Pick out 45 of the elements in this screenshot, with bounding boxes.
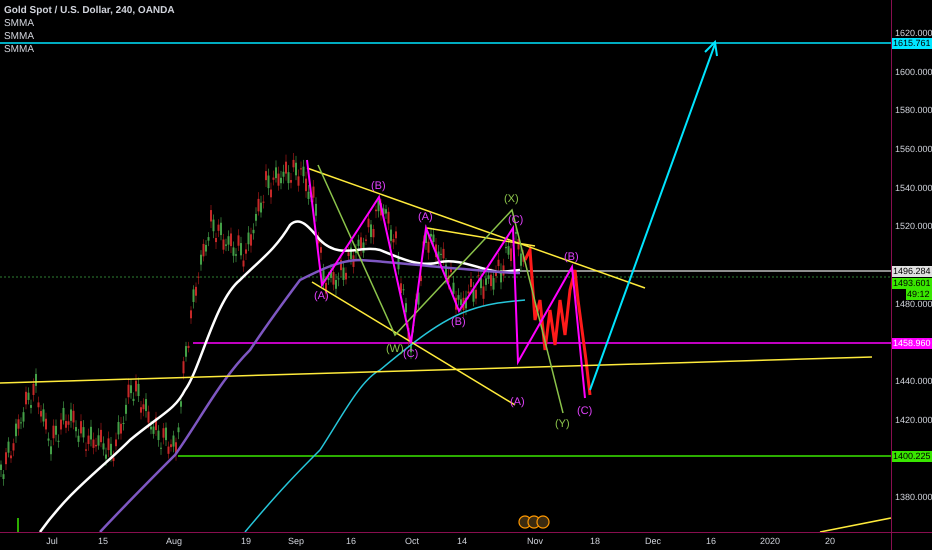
- indicator-name[interactable]: SMMA: [4, 43, 175, 56]
- price-tag: 1615.761: [892, 38, 932, 49]
- price-tick: 1380.000: [895, 492, 932, 503]
- wave-label: (C): [577, 405, 592, 418]
- price-tag: 1493.601: [892, 278, 932, 289]
- time-tick: 15: [98, 536, 108, 547]
- time-tick: 16: [706, 536, 716, 547]
- time-tick: Dec: [645, 536, 661, 547]
- time-tick: Oct: [405, 536, 419, 547]
- wave-label: (B): [371, 180, 386, 193]
- price-tag: 1496.284: [892, 266, 932, 277]
- time-tick: 16: [346, 536, 356, 547]
- price-tick: 1540.000: [895, 182, 932, 194]
- wave-label: (X): [504, 193, 519, 206]
- price-tick: 1600.000: [895, 66, 932, 78]
- time-tick: 18: [590, 536, 600, 547]
- price-tick: 1620.000: [895, 28, 932, 39]
- indicator-name[interactable]: SMMA: [4, 17, 175, 30]
- wave-label: (C): [403, 348, 418, 361]
- price-tick: 1580.000: [895, 105, 932, 116]
- countdown-tag: 49:12: [906, 289, 932, 300]
- wave-label: (A): [418, 211, 433, 224]
- price-tag: 1458.960: [892, 338, 932, 349]
- time-tick: 14: [457, 536, 467, 547]
- wave-label: (W): [386, 343, 404, 355]
- price-tick: 1440.000: [895, 376, 932, 387]
- price-tag: 1400.225: [892, 451, 932, 462]
- wave-label: (Y): [555, 418, 570, 431]
- time-tick: Jul: [46, 536, 58, 547]
- symbol-title: Gold Spot / U.S. Dollar, 240, OANDA: [4, 4, 175, 17]
- time-tick: 20: [825, 536, 835, 547]
- price-tick: 1520.000: [895, 221, 932, 232]
- time-tick: 19: [241, 536, 251, 547]
- time-tick: Nov: [527, 536, 543, 547]
- time-tick: Aug: [166, 536, 182, 547]
- wave-label: (B): [564, 251, 579, 264]
- wave-label: (B): [451, 316, 466, 329]
- price-tick: 1480.000: [895, 298, 932, 310]
- indicator-name[interactable]: SMMA: [4, 30, 175, 43]
- price-tick: 1560.000: [895, 144, 932, 155]
- wave-label: (A): [510, 396, 525, 409]
- time-tick: Sep: [288, 536, 304, 547]
- time-tick: 2020: [760, 536, 780, 547]
- wave-label: (A): [314, 290, 329, 303]
- price-tick: 1420.000: [895, 414, 932, 426]
